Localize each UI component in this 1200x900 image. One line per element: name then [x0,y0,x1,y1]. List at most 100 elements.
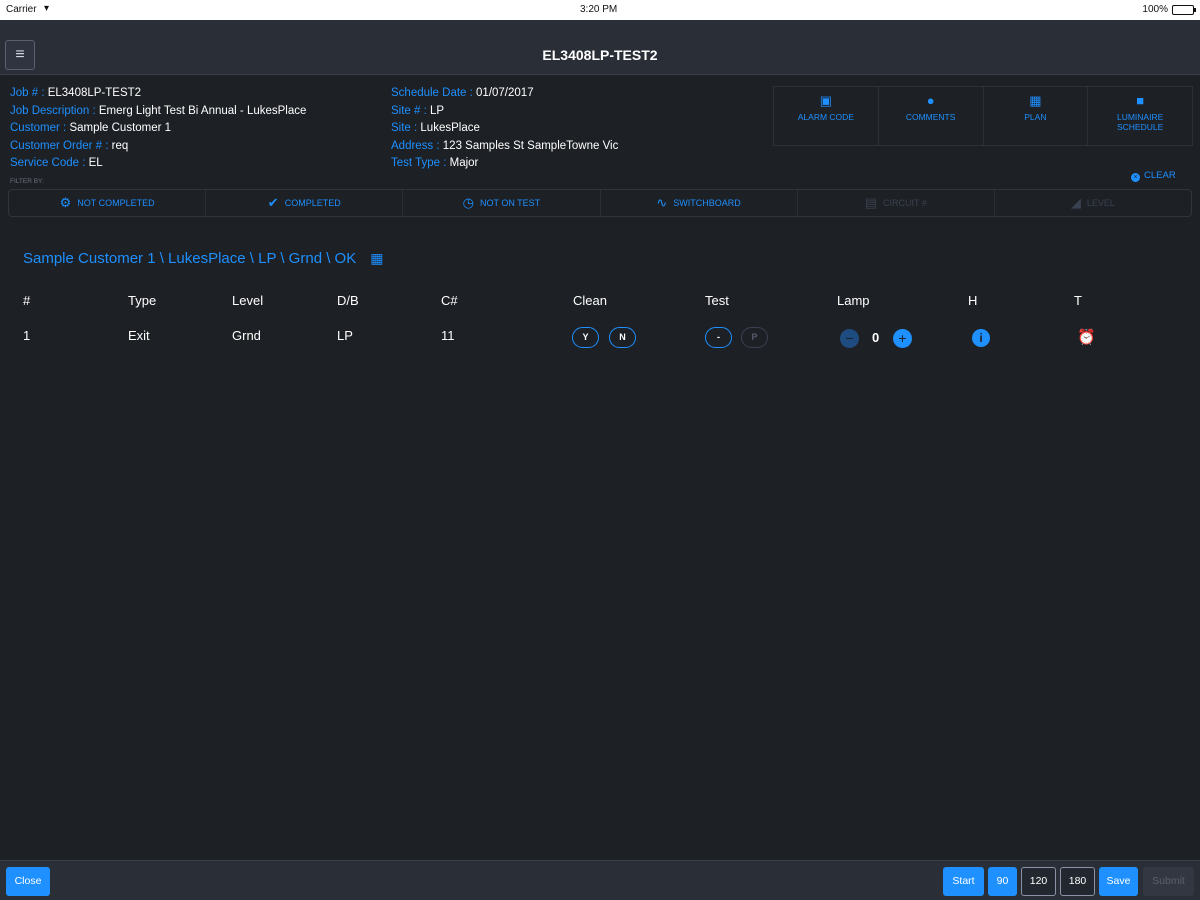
filter-completed[interactable]: ✔ COMPLETED [206,190,404,216]
comments-label: COMMENTS [905,112,956,122]
wifi-icon: ▾ [44,3,50,14]
comment-icon: ● [926,93,935,108]
clean-yes-button[interactable]: Y [572,327,599,348]
lamp-increment-button[interactable]: + [893,329,912,348]
customer-order-label: Customer Order # : [10,139,112,152]
lock-icon: ▣ [819,93,833,108]
test-minus-button[interactable]: - [705,327,732,348]
alarm-clock-icon[interactable]: ⏰ [1077,328,1096,346]
filter-by-label: FILTER BY: [10,178,44,185]
column-header-lamp: Lamp [837,293,870,308]
filter-level[interactable]: ◢ LEVEL [995,190,1191,216]
job-info-right: Schedule Date : 01/07/2017 Site # : LP S… [391,85,618,173]
timer-180-button[interactable]: 180 [1060,867,1095,896]
customer-order-row: Customer Order # : req [10,138,306,156]
test-type-row: Test Type : Major [391,155,618,173]
address-label: Address : [391,139,443,152]
calculator-icon: ▤ [864,195,877,210]
submit-button[interactable]: Submit [1143,867,1194,896]
customer-order-value: req [111,139,129,152]
luminaire-label-line1: LUMINAIRE [1116,112,1164,122]
status-time: 3:20 PM [580,4,618,15]
info-icon[interactable]: i [972,329,990,347]
filter-bar: ⚙ NOT COMPLETED ✔ COMPLETED ◷ NOT ON TES… [8,189,1192,217]
filter-not-completed-label: NOT COMPLETED [77,198,155,208]
clear-filter-button[interactable]: × CLEAR [1131,170,1176,182]
column-header-db: D/B [337,293,359,308]
map-icon: ▦ [1029,93,1042,108]
breadcrumb: Sample Customer 1 \ LukesPlace \ LP \ Gr… [23,250,383,267]
job-actions: ▣ ALARM CODE ● COMMENTS ▦ PLAN ■ LUMINAI… [773,86,1193,146]
carrier-label: Carrier [6,4,37,15]
job-description-value: Emerg Light Test Bi Annual - LukesPlace [98,104,307,117]
filter-circuit-label: CIRCUIT # [883,198,927,208]
filter-level-label: LEVEL [1086,198,1115,208]
service-code-value: EL [88,157,103,169]
service-code-row: Service Code : EL [10,155,306,173]
nav-bar: ≡ EL3408LP-TEST2 [0,20,1200,75]
job-info-left: Job # : EL3408LP-TEST2 Job Description :… [10,85,306,173]
schedule-date-label: Schedule Date : [391,87,477,99]
timer-120-button[interactable]: 120 [1021,867,1056,896]
lamp-decrement-button[interactable]: − [840,329,859,348]
luminaire-schedule-button[interactable]: ■ LUMINAIRE SCHEDULE [1088,86,1193,146]
schedule-date-value: 01/07/2017 [476,87,534,99]
filter-not-on-test-label: NOT ON TEST [480,198,541,208]
filter-not-on-test[interactable]: ◷ NOT ON TEST [403,190,601,216]
comments-button[interactable]: ● COMMENTS [878,86,984,146]
job-description-row: Job Description : Emerg Light Test Bi An… [10,103,306,121]
luminaire-label-line2: SCHEDULE [1116,122,1164,132]
page-title: EL3408LP-TEST2 [542,47,658,63]
cell-number: 1 [23,328,31,343]
breadcrumb-path: Sample Customer 1 \ LukesPlace \ LP \ Gr… [23,250,357,267]
column-header-number: # [23,293,31,308]
map-icon[interactable]: ▦ [370,250,383,266]
column-header-t: T [1074,293,1082,308]
timer-90-button[interactable]: 90 [988,867,1017,896]
test-type-label: Test Type : [391,157,450,169]
test-type-value: Major [449,157,479,169]
briefcase-icon: ■ [1136,93,1145,108]
address-value: 123 Samples St SampleTowne Vic [442,139,619,152]
job-number-value: EL3408LP-TEST2 [47,87,142,99]
cell-circuit: 11 [441,328,455,343]
site-label: Site : [391,122,421,134]
customer-label: Customer : [10,122,70,134]
column-header-test: Test [705,293,729,308]
clear-icon: × [1131,173,1140,182]
test-pass-button[interactable]: P [741,327,768,348]
close-button[interactable]: Close [6,867,50,896]
save-button[interactable]: Save [1099,867,1138,896]
site-value: LukesPlace [420,122,480,134]
filter-circuit[interactable]: ▤ CIRCUIT # [798,190,995,216]
column-header-level: Level [232,293,264,308]
pulse-icon: ∿ [656,195,668,210]
site-number-label: Site # : [391,104,430,117]
column-header-h: H [968,293,978,308]
service-code-label: Service Code : [10,157,89,169]
customer-value: Sample Customer 1 [69,122,172,134]
filter-not-completed[interactable]: ⚙ NOT COMPLETED [9,190,207,216]
clean-no-button[interactable]: N [609,327,636,348]
schedule-date-row: Schedule Date : 01/07/2017 [391,85,618,103]
cell-level: Grnd [232,328,261,343]
status-bar: Carrier ▾ 3:20 PM 100% [0,0,1200,20]
cell-db: LP [337,328,353,343]
gear-icon: ⚙ [59,195,72,210]
start-button[interactable]: Start [943,867,984,896]
filter-switchboard[interactable]: ∿ SWITCHBOARD [601,190,798,216]
alarm-code-button[interactable]: ▣ ALARM CODE [773,86,879,146]
address-row: Address : 123 Samples St SampleTowne Vic [391,138,618,156]
customer-row: Customer : Sample Customer 1 [10,120,306,138]
check-circle-icon: ✔ [267,195,279,210]
plan-button[interactable]: ▦ PLAN [983,86,1089,146]
column-header-circuit: C# [441,293,458,308]
bottom-toolbar: Close Start 90 120 180 Save Submit [0,860,1200,900]
column-header-clean: Clean [573,293,607,308]
site-row: Site : LukesPlace [391,120,618,138]
filter-completed-label: COMPLETED [284,198,341,208]
cell-type: Exit [128,328,150,343]
lamp-count: 0 [872,330,880,345]
battery-icon [1172,5,1196,15]
site-number-row: Site # : LP [391,103,618,121]
